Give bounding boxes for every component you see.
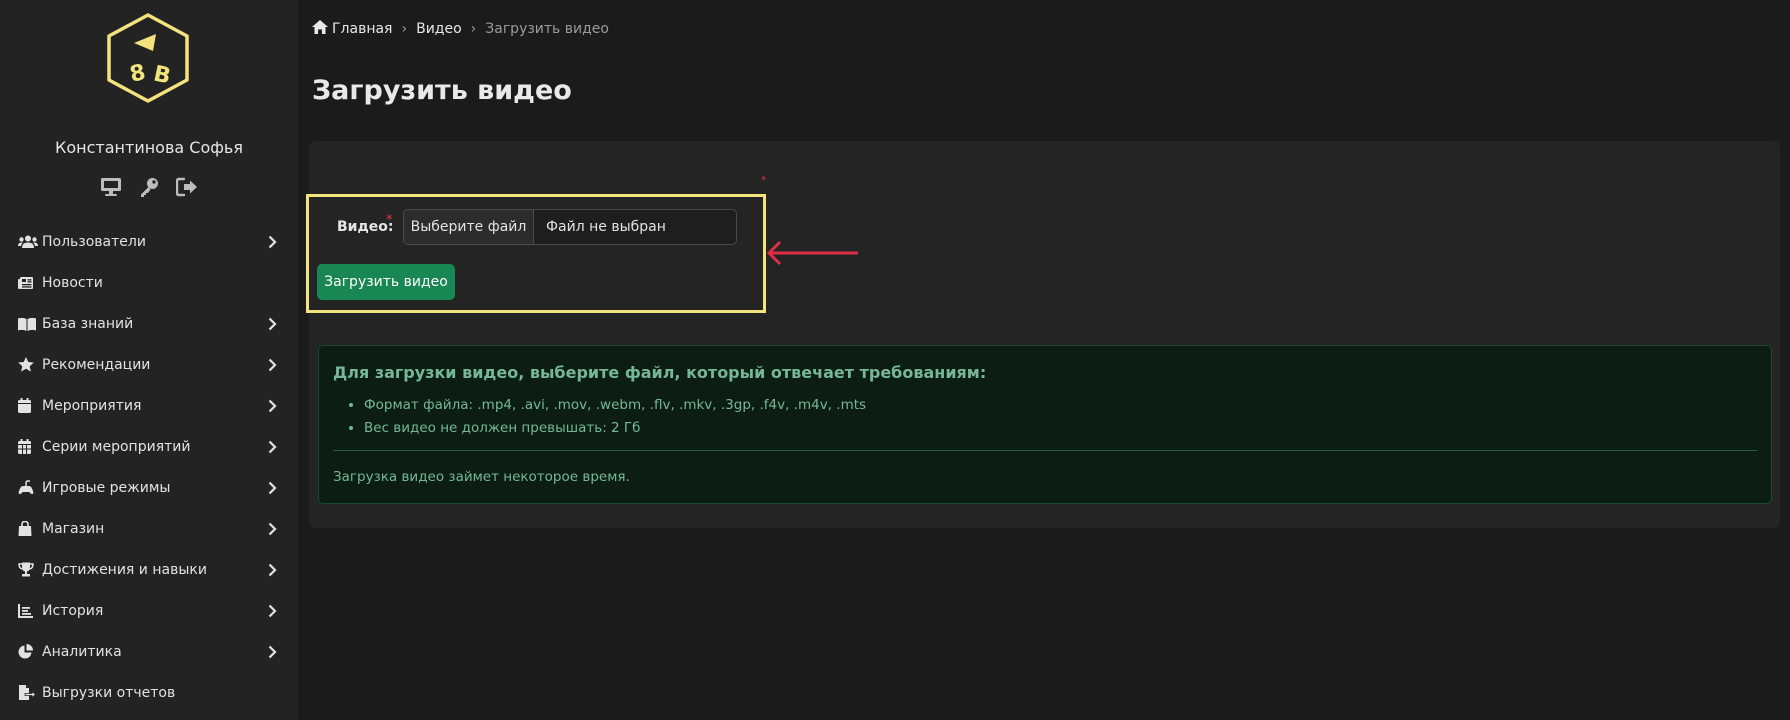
sidebar-item-news[interactable]: Новости [0, 262, 298, 303]
sidebar-item-label: Пользователи [42, 233, 146, 250]
sidebar-item-achievements[interactable]: Достижения и навыки [0, 549, 298, 590]
breadcrumb-separator: › [470, 21, 477, 37]
users-icon [18, 234, 38, 250]
calendar-grid-icon [18, 439, 38, 455]
brand-logo[interactable]: 8 B [104, 12, 192, 104]
sidebar-nav: Пользователи Новости База знаний Рекомен… [0, 221, 298, 713]
trophy-icon [18, 562, 38, 578]
chevron-right-icon [266, 358, 278, 372]
sidebar-item-label: Аналитика [42, 643, 122, 660]
sidebar-item-label: Выгрузки отчетов [42, 684, 176, 701]
sidebar-item-event-series[interactable]: Серии мероприятий [0, 426, 298, 467]
red-arrow-annotation [766, 240, 858, 266]
sidebar-item-label: Новости [42, 274, 103, 291]
breadcrumb-separator: › [401, 21, 408, 37]
alert-title: Для загрузки видео, выберите файл, котор… [333, 363, 987, 382]
file-status-text: Файл не выбран [546, 219, 666, 235]
chevron-right-icon [266, 563, 278, 577]
required-marker: * [761, 175, 766, 186]
alert-note: Загрузка видео займет некоторое время. [333, 469, 630, 485]
chevron-right-icon [266, 235, 278, 249]
sidebar-item-knowledge-base[interactable]: База знаний [0, 303, 298, 344]
upload-video-button[interactable]: Загрузить видео [317, 264, 455, 300]
chevron-right-icon [266, 399, 278, 413]
chart-line-icon [18, 603, 38, 619]
choose-file-button[interactable]: Выберите файл [404, 210, 534, 244]
user-actions [0, 175, 298, 199]
video-file-input[interactable]: Выберите файл Файл не выбран [403, 209, 737, 245]
chevron-right-icon [266, 522, 278, 536]
desktop-icon[interactable] [99, 175, 123, 199]
shopping-bag-icon [18, 521, 38, 537]
list-item: Формат файла: .mp4, .avi, .mov, .webm, .… [364, 394, 866, 417]
sidebar-item-report-exports[interactable]: Выгрузки отчетов [0, 672, 298, 713]
book-icon [18, 316, 38, 332]
chevron-right-icon [266, 317, 278, 331]
sidebar-item-events[interactable]: Мероприятия [0, 385, 298, 426]
requirements-list: Формат файла: .mp4, .avi, .mov, .webm, .… [364, 394, 866, 440]
required-asterisk: * [386, 213, 393, 228]
breadcrumb-home[interactable]: Главная [312, 20, 392, 38]
star-icon [18, 357, 38, 373]
sidebar-item-game-modes[interactable]: Игровые режимы [0, 467, 298, 508]
sidebar-item-label: База знаний [42, 315, 134, 332]
sidebar-item-analytics[interactable]: Аналитика [0, 631, 298, 672]
newspaper-icon [18, 275, 38, 291]
breadcrumb-video[interactable]: Видео [416, 21, 462, 37]
logout-icon[interactable] [175, 175, 199, 199]
chevron-right-icon [266, 604, 278, 618]
chevron-right-icon [266, 645, 278, 659]
sidebar-item-shop[interactable]: Магазин [0, 508, 298, 549]
sidebar-item-users[interactable]: Пользователи [0, 221, 298, 262]
gamepad-icon [18, 480, 38, 496]
sidebar-item-label: Мероприятия [42, 397, 142, 414]
file-export-icon [18, 685, 38, 701]
user-name: Константинова Софья [55, 138, 243, 157]
sidebar-item-label: Игровые режимы [42, 479, 171, 496]
breadcrumb-current: Загрузить видео [485, 21, 609, 37]
sidebar-item-label: Магазин [42, 520, 105, 537]
chevron-right-icon [266, 481, 278, 495]
sidebar: 8 B Константинова Софья Пользователи Нов… [0, 0, 298, 720]
page-title: Загрузить видео [312, 75, 572, 106]
requirements-alert: Для загрузки видео, выберите файл, котор… [318, 345, 1772, 504]
home-icon [312, 20, 328, 38]
breadcrumb-home-label: Главная [332, 21, 393, 37]
sidebar-item-history[interactable]: История [0, 590, 298, 631]
key-icon[interactable] [137, 175, 161, 199]
chevron-right-icon [266, 440, 278, 454]
breadcrumb: Главная › Видео › Загрузить видео [312, 20, 609, 38]
sidebar-item-label: Рекомендации [42, 356, 151, 373]
sidebar-item-label: Достижения и навыки [42, 561, 207, 578]
pie-chart-icon [18, 644, 38, 660]
sidebar-item-label: История [42, 602, 104, 619]
sidebar-item-label: Серии мероприятий [42, 438, 191, 455]
divider [333, 450, 1757, 451]
calendar-icon [18, 398, 38, 414]
list-item: Вес видео не должен превышать: 2 Гб [364, 417, 866, 440]
sidebar-item-recommendations[interactable]: Рекомендации [0, 344, 298, 385]
